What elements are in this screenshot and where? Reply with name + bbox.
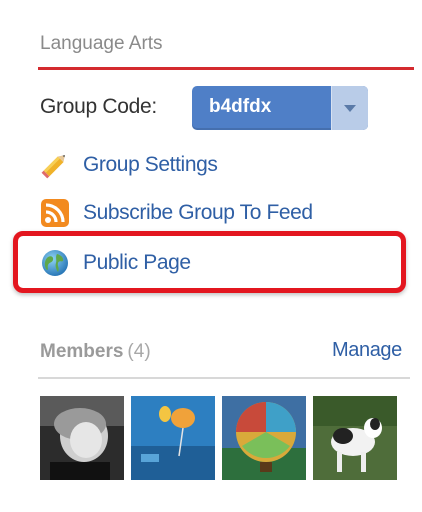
member-avatar-4[interactable] — [313, 396, 397, 480]
member-avatars — [40, 396, 404, 480]
members-heading: Members (4) — [40, 341, 151, 363]
chevron-down-icon — [344, 105, 356, 112]
manage-members-link[interactable]: Manage — [332, 339, 402, 362]
pencil-icon — [41, 155, 65, 179]
group-sidebar: Language Arts Group Code: b4dfdx Group S… — [0, 0, 422, 512]
members-label: Members — [40, 341, 124, 362]
group-title: Language Arts — [40, 33, 163, 54]
rss-feed-icon — [41, 199, 69, 227]
members-divider — [38, 377, 410, 379]
group-code-value: b4dfdx — [209, 96, 272, 117]
group-code-dropdown[interactable]: b4dfdx — [192, 86, 368, 130]
dropdown-toggle[interactable] — [331, 86, 368, 130]
public-page-highlight — [13, 231, 406, 293]
group-code-label: Group Code: — [40, 95, 157, 118]
subscribe-feed-link[interactable]: Subscribe Group To Feed — [40, 198, 313, 228]
group-settings-label: Group Settings — [83, 153, 218, 176]
title-divider — [38, 67, 414, 70]
member-avatar-1[interactable] — [40, 396, 124, 480]
members-count: (4) — [127, 341, 151, 362]
group-settings-link[interactable]: Group Settings — [40, 150, 218, 180]
member-avatar-2[interactable] — [131, 396, 215, 480]
member-avatar-3[interactable] — [222, 396, 306, 480]
subscribe-feed-label: Subscribe Group To Feed — [83, 201, 313, 224]
